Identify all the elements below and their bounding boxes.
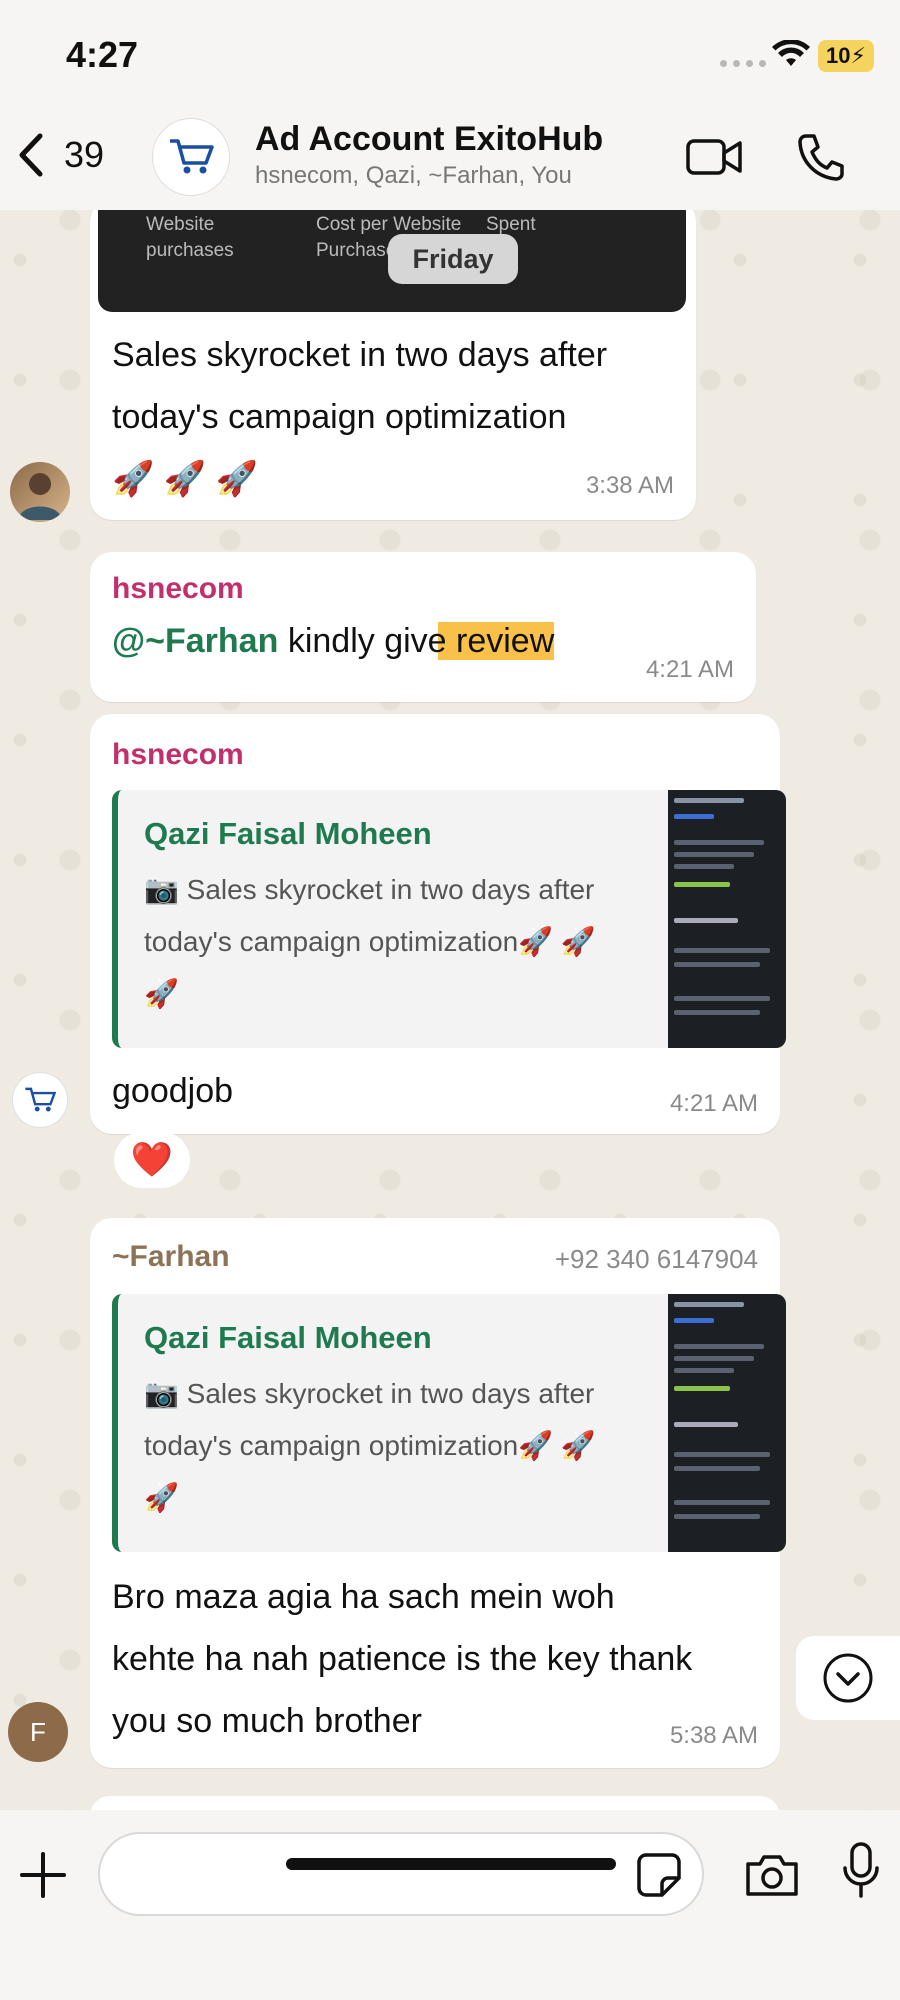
cart-icon — [25, 1087, 56, 1112]
sender-avatar-hsnecom[interactable] — [12, 1072, 68, 1128]
scroll-to-bottom-button[interactable] — [796, 1636, 900, 1720]
message-time: 5:38 AM — [669, 1722, 758, 1749]
video-call-icon[interactable] — [686, 135, 742, 179]
quote-line: today's campaign optimization🚀 🚀 — [144, 926, 596, 957]
back-button[interactable]: 39 — [16, 130, 104, 180]
quote-line: 🚀 — [144, 978, 179, 1009]
quoted-message[interactable]: Qazi Faisal Moheen 📷 Sales skyrocket in … — [112, 790, 786, 1048]
date-chip: Friday — [388, 234, 518, 284]
avatar-letter: F — [30, 1716, 46, 1747]
group-avatar[interactable] — [152, 118, 230, 196]
message-text: Sales skyrocket in two days after today'… — [112, 324, 607, 510]
message-body: kindly give review — [278, 622, 555, 660]
message-time: 4:21 AM — [669, 1090, 758, 1117]
quote-author: Qazi Faisal Moheen — [144, 1320, 432, 1355]
message-text: Bro maza agia ha sach mein woh kehte ha … — [112, 1566, 692, 1752]
message-bubble[interactable]: hsnecom @~Farhan kindly give review 4:21… — [90, 552, 756, 702]
group-title[interactable]: Ad Account ExitoHub — [255, 120, 603, 159]
sender-name[interactable]: hsnecom — [112, 572, 244, 606]
screenshot-label: Website — [146, 214, 215, 235]
quote-line: 📷 Sales skyrocket in two days after — [144, 1378, 595, 1409]
chevron-down-icon — [823, 1653, 873, 1703]
sender-name[interactable]: hsnecom — [112, 738, 244, 772]
screenshot-column: Website purchases — [146, 212, 234, 264]
message-bubble[interactable] — [90, 1796, 780, 1810]
mention[interactable]: @~Farhan — [112, 622, 278, 660]
message-line: 🚀 🚀 🚀 — [112, 460, 258, 498]
unread-count: 39 — [64, 134, 105, 175]
quote-line: 📷 Sales skyrocket in two days after — [144, 874, 595, 905]
sender-phone[interactable]: +92 340 6147904 — [555, 1244, 758, 1275]
sender-name[interactable]: ~Farhan — [112, 1240, 230, 1274]
message-bubble[interactable]: ~Farhan +92 340 6147904 Qazi Faisal Mohe… — [90, 1218, 786, 1768]
message-input[interactable] — [98, 1832, 704, 1916]
status-bar: 4:27 10 ⚡ — [0, 0, 900, 110]
message-time: 3:38 AM — [585, 472, 674, 499]
message-time: 4:21 AM — [645, 656, 734, 683]
screenshot-label: purchases — [146, 240, 234, 261]
message-bubble[interactable]: hsnecom Qazi Faisal Moheen 📷 Sales skyro… — [90, 714, 786, 1134]
message-line: Bro maza agia ha sach mein woh — [112, 1578, 615, 1616]
phone-icon[interactable] — [796, 132, 846, 182]
chat-header: 39 Ad Account ExitoHub hsnecom, Qazi, ~F… — [0, 110, 900, 210]
back-chevron-icon — [19, 133, 43, 177]
plus-icon[interactable] — [18, 1850, 68, 1900]
wifi-icon — [772, 40, 810, 66]
heart-reaction-icon: ❤️ — [130, 1141, 174, 1179]
reaction-badge[interactable]: ❤️ — [114, 1132, 190, 1188]
status-time: 4:27 — [66, 34, 139, 75]
battery-indicator: 10 ⚡ — [818, 40, 874, 72]
sticker-icon[interactable] — [636, 1852, 682, 1898]
mic-icon[interactable] — [842, 1842, 880, 1900]
person-icon — [18, 473, 62, 520]
message-line: you so much brother — [112, 1702, 422, 1740]
chat-messages[interactable]: Website purchases Cost per Website Purch… — [0, 210, 900, 1810]
battery-level: 10 — [826, 43, 851, 68]
quote-thumbnail — [668, 1294, 786, 1552]
group-members[interactable]: hsnecom, Qazi, ~Farhan, You — [255, 162, 572, 190]
message-text: goodjob — [112, 1072, 234, 1110]
sender-avatar-farhan[interactable]: F — [8, 1702, 68, 1762]
quote-text: 📷 Sales skyrocket in two days after toda… — [144, 1368, 644, 1524]
home-indicator — [286, 1858, 616, 1870]
cart-icon — [170, 139, 214, 174]
quote-thumbnail — [668, 790, 786, 1048]
message-composer — [0, 1810, 900, 2000]
quote-author: Qazi Faisal Moheen — [144, 816, 432, 851]
message-text: @~Farhan kindly give review — [112, 610, 555, 672]
camera-icon[interactable] — [744, 1852, 800, 1898]
quote-line: today's campaign optimization🚀 🚀 — [144, 1430, 596, 1461]
quoted-message[interactable]: Qazi Faisal Moheen 📷 Sales skyrocket in … — [112, 1294, 786, 1552]
message-line: kehte ha nah patience is the key thank — [112, 1640, 693, 1678]
quote-line: 🚀 — [144, 1482, 179, 1513]
message-line: Sales skyrocket in two days after — [112, 336, 608, 374]
signal-icon — [720, 60, 766, 67]
message-line: today's campaign optimization — [112, 398, 567, 436]
sender-avatar-qazi[interactable] — [10, 462, 70, 522]
quote-text: 📷 Sales skyrocket in two days after toda… — [144, 864, 644, 1020]
